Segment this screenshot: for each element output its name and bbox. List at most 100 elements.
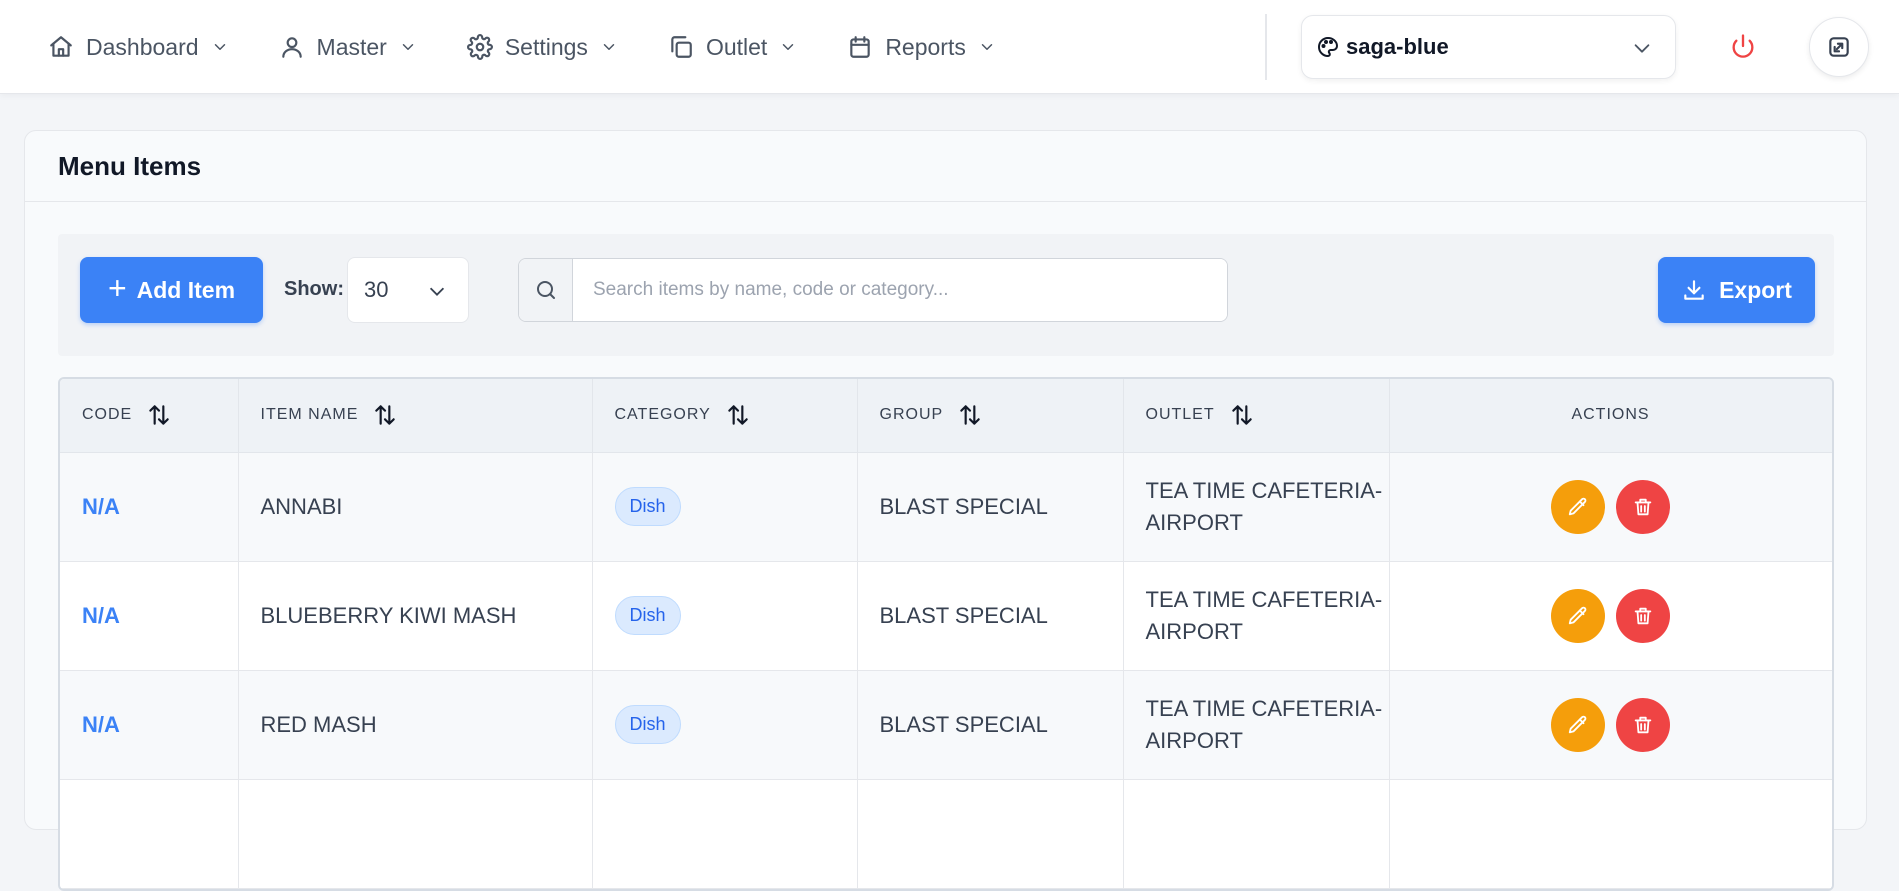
sort-icon[interactable] <box>957 402 983 428</box>
chevron-down-icon <box>600 38 618 56</box>
top-navbar: Dashboard Master Settings Outlet Reports… <box>0 0 1899 94</box>
sort-icon[interactable] <box>372 402 398 428</box>
table-header-row: CODE ITEM NAME CATEGORY GROUP OUTLET ACT… <box>60 379 1832 453</box>
outlet-line2: AIRPORT <box>1145 618 1243 644</box>
col-outlet: OUTLET <box>1123 379 1390 453</box>
cell-actions <box>1389 561 1832 671</box>
nav-settings[interactable]: Settings <box>466 28 618 66</box>
delete-button[interactable] <box>1615 479 1670 534</box>
palette-icon <box>1316 35 1340 59</box>
gear-icon <box>466 34 493 60</box>
add-item-button[interactable]: + Add Item <box>80 257 263 323</box>
cell-code: N/A <box>60 452 239 562</box>
chevron-down-icon <box>779 38 797 56</box>
plus-icon: + <box>107 269 127 306</box>
cell-group: BLAST SPECIAL <box>857 561 1124 671</box>
main-nav: Dashboard Master Settings Outlet Reports <box>48 28 1046 66</box>
nav-dashboard-label: Dashboard <box>86 33 199 60</box>
logout-button[interactable] <box>1728 31 1758 61</box>
cell-actions <box>1389 452 1832 562</box>
page-title: Menu Items <box>58 150 202 181</box>
cell-code: N/A <box>60 561 239 671</box>
nav-reports[interactable]: Reports <box>847 28 996 66</box>
chevron-down-icon <box>1631 37 1653 59</box>
category-badge: Dish <box>614 705 681 744</box>
col-code-label: CODE <box>82 406 133 424</box>
outlet-line1: TEA TIME CAFETERIA- <box>1145 586 1383 612</box>
cell-item-name: ANNABI <box>238 452 593 562</box>
outlet-line1: TEA TIME CAFETERIA- <box>1145 695 1383 721</box>
cell-outlet: TEA TIME CAFETERIA- AIRPORT <box>1123 561 1390 671</box>
pencil-icon <box>1567 496 1589 518</box>
outlet-line2: AIRPORT <box>1145 727 1243 753</box>
card-header: Menu Items <box>25 131 1866 202</box>
cell-category: Dish <box>592 452 858 562</box>
col-group-label: GROUP <box>879 406 944 424</box>
nav-master[interactable]: Master <box>279 28 417 66</box>
copy-icon <box>668 34 694 60</box>
col-outlet-label: OUTLET <box>1145 406 1215 424</box>
col-code: CODE <box>60 379 239 453</box>
cell-group: BLAST SPECIAL <box>857 452 1124 562</box>
cell-actions <box>1389 670 1832 780</box>
cell-category: Dish <box>592 670 858 780</box>
edit-button[interactable] <box>1551 588 1606 643</box>
nav-outlet[interactable]: Outlet <box>668 28 797 66</box>
col-category-label: CATEGORY <box>614 406 711 424</box>
export-button[interactable]: Export <box>1658 257 1815 323</box>
trash-icon <box>1632 605 1654 627</box>
cell-group: BLAST SPECIAL <box>857 670 1124 780</box>
theme-select[interactable]: saga-blue <box>1301 15 1676 79</box>
sort-icon[interactable] <box>1229 402 1255 428</box>
page-size-select[interactable]: 30 <box>347 257 469 323</box>
outlet-line2: AIRPORT <box>1145 509 1243 535</box>
edit-button[interactable] <box>1551 697 1606 752</box>
col-actions: ACTIONS <box>1389 379 1832 453</box>
menu-items-table: CODE ITEM NAME CATEGORY GROUP OUTLET ACT… <box>58 377 1834 891</box>
download-icon <box>1681 277 1707 303</box>
cell-item-name: BLUEBERRY KIWI MASH <box>238 561 593 671</box>
calendar-icon <box>847 34 873 60</box>
pencil-icon <box>1567 605 1589 627</box>
nav-dashboard[interactable]: Dashboard <box>48 28 229 66</box>
delete-button[interactable] <box>1615 697 1670 752</box>
col-item-name-label: ITEM NAME <box>260 406 359 424</box>
add-item-label: Add Item <box>136 276 236 303</box>
chevron-down-icon <box>426 280 448 302</box>
table-row: N/A BLUEBERRY KIWI MASH Dish BLAST SPECI… <box>60 561 1832 671</box>
table-toolbar: + Add Item Show: 30 Export <box>58 234 1834 356</box>
delete-button[interactable] <box>1615 588 1670 643</box>
sort-icon[interactable] <box>146 402 172 428</box>
nav-reports-label: Reports <box>885 33 966 60</box>
nav-outlet-label: Outlet <box>705 33 768 60</box>
power-icon <box>1729 32 1757 60</box>
pencil-icon <box>1567 714 1589 736</box>
cell-outlet: TEA TIME CAFETERIA- AIRPORT <box>1123 670 1390 780</box>
col-group: GROUP <box>857 379 1124 453</box>
theme-select-value: saga-blue <box>1346 34 1449 59</box>
search-input[interactable] <box>573 259 1227 321</box>
fullscreen-button[interactable] <box>1809 17 1869 77</box>
trash-icon <box>1632 496 1654 518</box>
col-category: CATEGORY <box>592 379 858 453</box>
user-icon <box>279 34 305 60</box>
category-badge: Dish <box>614 487 681 526</box>
table-row: N/A RED MASH Dish BLAST SPECIAL TEA TIME… <box>60 670 1832 780</box>
col-item-name: ITEM NAME <box>238 379 593 453</box>
cell-outlet: TEA TIME CAFETERIA- AIRPORT <box>1123 452 1390 562</box>
cell-code: N/A <box>60 670 239 780</box>
category-badge: Dish <box>614 596 681 635</box>
nav-master-label: Master <box>316 33 387 60</box>
table-row: N/A ANNABI Dish BLAST SPECIAL TEA TIME C… <box>60 452 1832 562</box>
cell-item-name: RED MASH <box>238 670 593 780</box>
expand-icon <box>1826 34 1852 60</box>
search-icon <box>519 259 573 321</box>
trash-icon <box>1632 714 1654 736</box>
chevron-down-icon <box>978 38 996 56</box>
edit-button[interactable] <box>1551 479 1606 534</box>
outlet-line1: TEA TIME CAFETERIA- <box>1145 477 1383 503</box>
nav-divider <box>1265 14 1267 80</box>
page-size-value: 30 <box>364 277 389 302</box>
sort-icon[interactable] <box>725 402 751 428</box>
show-label: Show: <box>284 278 344 300</box>
